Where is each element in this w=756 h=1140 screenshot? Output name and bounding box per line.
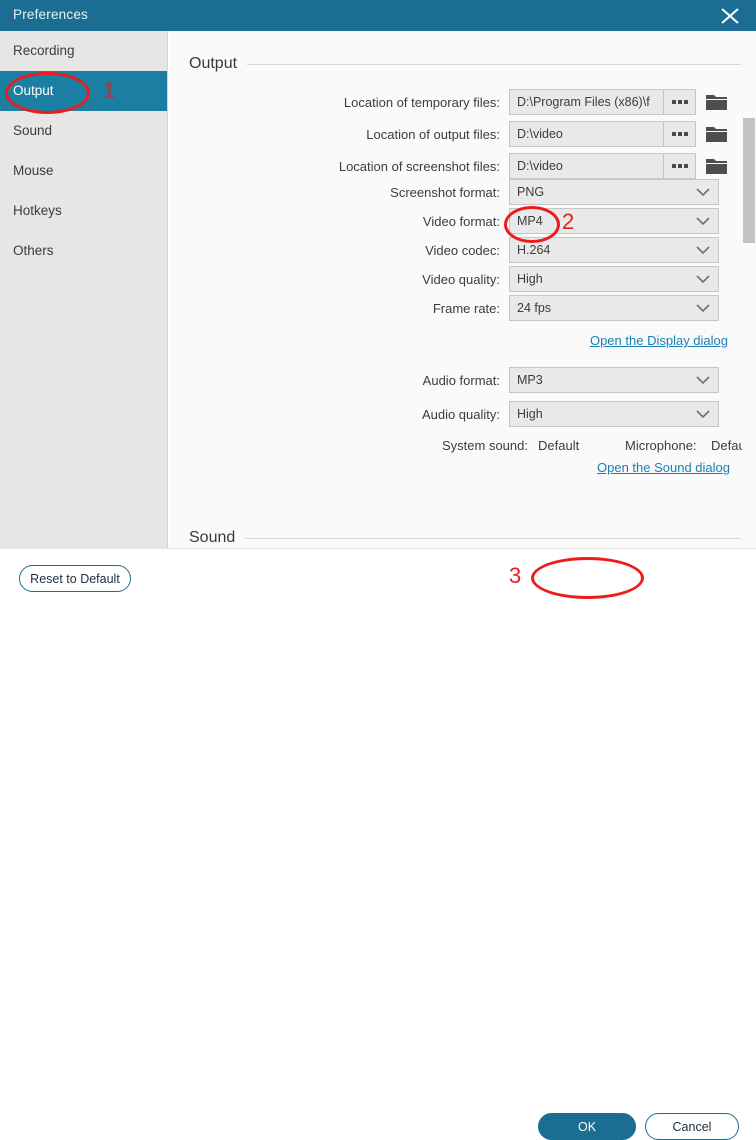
select-frame-rate[interactable]: 24 fps xyxy=(509,295,719,321)
label-screenshot-files: Location of screenshot files: xyxy=(338,158,500,174)
select-audio-quality[interactable]: High xyxy=(509,401,719,427)
select-video-format[interactable]: MP4 xyxy=(509,208,719,234)
chevron-down-icon xyxy=(696,376,710,385)
chevron-down-icon xyxy=(696,410,710,419)
chevron-down-icon xyxy=(696,246,710,255)
select-audio-format[interactable]: MP3 xyxy=(509,367,719,393)
ellipsis-icon xyxy=(677,132,682,136)
close-icon xyxy=(721,8,739,24)
input-screenshot-files[interactable]: D:\video xyxy=(509,153,664,179)
input-output-files[interactable]: D:\video xyxy=(509,121,664,147)
row-screenshot-format: Screenshot format: PNG xyxy=(169,179,719,205)
footer-bar: Reset to Default OK Cancel xyxy=(0,548,756,1140)
ellipsis-icon xyxy=(683,164,688,168)
chevron-down-icon xyxy=(696,304,710,313)
input-temporary-files[interactable]: D:\Program Files (x86)\f xyxy=(509,89,664,115)
sidebar-item-label: Recording xyxy=(13,43,75,58)
select-value: MP3 xyxy=(517,373,543,387)
main-panel: Output Location of temporary files: D:\P… xyxy=(169,31,756,548)
chevron-down-icon xyxy=(696,188,710,197)
section-title-sound: Sound xyxy=(189,529,236,546)
ellipsis-icon xyxy=(671,164,676,168)
ellipsis-icon xyxy=(683,100,688,104)
row-output-files: Location of output files: D:\video xyxy=(169,121,728,147)
chevron-down-icon xyxy=(696,275,710,284)
folder-icon[interactable] xyxy=(706,93,728,111)
folder-icon[interactable] xyxy=(706,125,728,143)
sidebar-item-mouse[interactable]: Mouse xyxy=(0,151,167,191)
title-bar: Preferences xyxy=(0,0,756,31)
select-video-codec[interactable]: H.264 xyxy=(509,237,719,263)
value-system-sound: Default xyxy=(538,438,580,453)
folder-icon[interactable] xyxy=(706,157,728,175)
row-screenshot-files: Location of screenshot files: D:\video xyxy=(169,153,728,179)
row-audio-quality: Audio quality: High xyxy=(169,401,719,427)
window-title: Preferences xyxy=(13,7,88,22)
row-video-format: Video format: MP4 xyxy=(169,208,719,234)
sidebar-item-sound[interactable]: Sound xyxy=(0,111,167,151)
sidebar: Recording Output Sound Mouse Hotkeys Oth… xyxy=(0,31,168,548)
select-value: MP4 xyxy=(517,214,543,228)
section-header-sound: Sound xyxy=(189,529,741,547)
section-divider xyxy=(245,537,741,539)
label-system-sound: System sound: xyxy=(442,438,528,453)
sidebar-item-label: Sound xyxy=(13,123,53,138)
sidebar-item-others[interactable]: Others xyxy=(0,231,167,271)
open-sound-dialog-link[interactable]: Open the Sound dialog xyxy=(597,460,730,475)
ellipsis-icon xyxy=(683,132,688,136)
scrollbar-thumb[interactable] xyxy=(743,118,755,243)
label-audio-format: Audio format: xyxy=(422,372,500,388)
select-screenshot-format[interactable]: PNG xyxy=(509,179,719,205)
sidebar-item-recording[interactable]: Recording xyxy=(0,31,167,71)
select-video-quality[interactable]: High xyxy=(509,266,719,292)
label-output-files: Location of output files: xyxy=(366,126,500,142)
label-video-format: Video format: xyxy=(422,213,500,229)
ok-button[interactable]: OK xyxy=(538,1113,636,1140)
sidebar-item-label: Hotkeys xyxy=(13,203,62,218)
reset-to-default-button[interactable]: Reset to Default xyxy=(19,565,131,592)
browse-temporary-files-button[interactable] xyxy=(664,89,696,115)
row-temporary-files: Location of temporary files: D:\Program … xyxy=(169,89,728,115)
label-video-quality: Video quality: xyxy=(422,271,500,287)
select-value: PNG xyxy=(517,185,545,199)
vertical-scrollbar[interactable] xyxy=(742,31,756,548)
section-title-output: Output xyxy=(189,55,238,72)
ellipsis-icon xyxy=(671,100,676,104)
row-video-codec: Video codec: H.264 xyxy=(169,237,719,263)
sidebar-item-hotkeys[interactable]: Hotkeys xyxy=(0,191,167,231)
select-value: H.264 xyxy=(517,243,551,257)
label-video-codec: Video codec: xyxy=(425,242,500,258)
browse-output-files-button[interactable] xyxy=(664,121,696,147)
row-audio-format: Audio format: MP3 xyxy=(169,367,719,393)
chevron-down-icon xyxy=(696,217,710,226)
label-temporary-files: Location of temporary files: xyxy=(343,94,500,110)
label-audio-quality: Audio quality: xyxy=(421,406,500,422)
label-screenshot-format: Screenshot format: xyxy=(390,184,500,200)
label-frame-rate: Frame rate: xyxy=(432,300,500,316)
sidebar-item-label: Others xyxy=(13,243,54,258)
select-value: High xyxy=(517,272,543,286)
sidebar-item-output[interactable]: Output xyxy=(0,71,167,111)
label-microphone: Microphone: xyxy=(625,438,697,453)
section-header-output: Output xyxy=(189,55,741,73)
select-value: 24 fps xyxy=(517,301,552,315)
row-video-quality: Video quality: High xyxy=(169,266,719,292)
close-button[interactable] xyxy=(704,0,756,31)
section-divider xyxy=(247,63,741,65)
open-display-dialog-link[interactable]: Open the Display dialog xyxy=(590,333,728,348)
row-frame-rate: Frame rate: 24 fps xyxy=(169,295,719,321)
cancel-button[interactable]: Cancel xyxy=(645,1113,739,1140)
sidebar-item-label: Mouse xyxy=(13,163,54,178)
sidebar-item-label: Output xyxy=(13,83,54,98)
select-value: High xyxy=(517,407,543,421)
ellipsis-icon xyxy=(671,132,676,136)
ellipsis-icon xyxy=(677,100,682,104)
browse-screenshot-files-button[interactable] xyxy=(664,153,696,179)
ellipsis-icon xyxy=(677,164,682,168)
